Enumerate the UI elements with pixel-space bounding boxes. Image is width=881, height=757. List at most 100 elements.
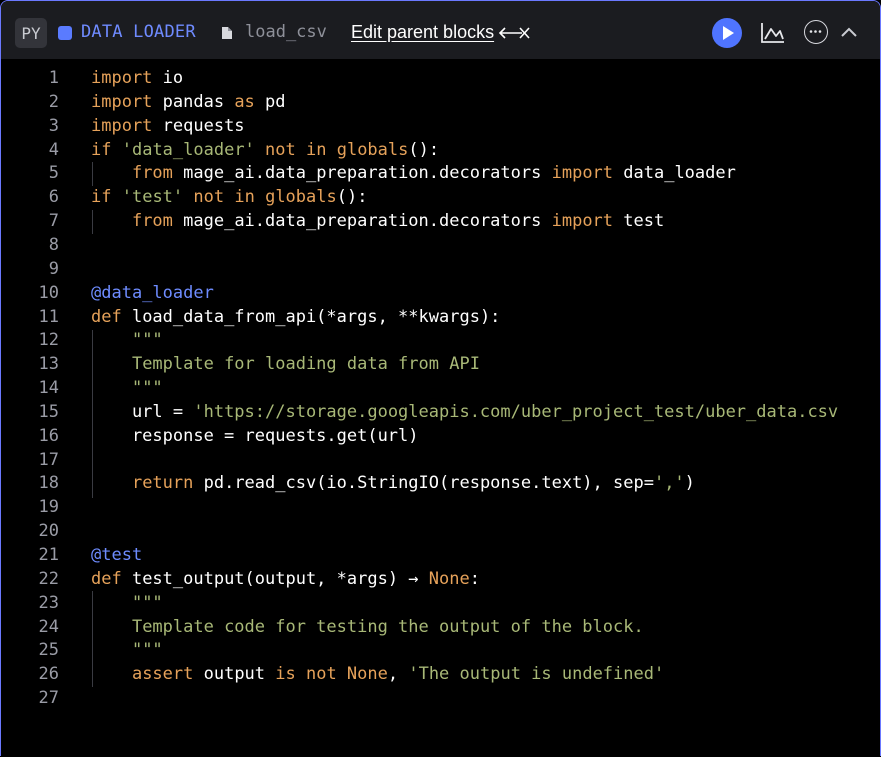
code-line[interactable]: 10 @data_loader xyxy=(1,281,880,305)
code-line[interactable]: 24 Template code for testing the output … xyxy=(1,615,880,639)
line-number: 12 xyxy=(38,330,59,351)
bidirectional-arrow-icon[interactable] xyxy=(498,23,532,43)
code-line[interactable]: 14 """ xyxy=(1,376,880,400)
code-token: load_data_from_api(*args, **kwargs): xyxy=(121,306,501,327)
code-token: Template code for testing the output of … xyxy=(131,616,644,637)
code-token: import xyxy=(551,211,614,232)
code-token: test xyxy=(613,211,665,232)
run-block-button[interactable] xyxy=(712,18,742,48)
line-number: 6 xyxy=(48,187,59,208)
code-token: Template for loading data from API xyxy=(131,354,480,375)
code-token: ',' xyxy=(653,473,685,494)
line-number: 1 xyxy=(48,68,59,88)
code-token: return xyxy=(131,473,194,494)
code-line[interactable]: 20 xyxy=(1,519,880,543)
line-number: 26 xyxy=(38,664,59,685)
code-token: globals xyxy=(336,139,409,160)
code-line[interactable]: 26 assert output is not None, 'The outpu… xyxy=(1,662,880,686)
code-line[interactable]: 4 if 'data_loader' not in globals(): xyxy=(1,138,880,162)
code-token: : xyxy=(469,568,480,589)
line-number: 3 xyxy=(48,115,59,136)
code-line[interactable]: 15 url = 'https://storage.googleapis.com… xyxy=(1,400,880,424)
code-token: import xyxy=(91,115,153,136)
line-number: 18 xyxy=(38,473,59,494)
block-file-name[interactable]: load_csv xyxy=(245,22,327,42)
code-text: return pd.read_csv(io.StringIO(response.… xyxy=(91,471,695,495)
code-line[interactable]: 1 import io xyxy=(1,66,880,90)
code-line[interactable]: 17 xyxy=(1,448,880,472)
code-line[interactable]: 2 import pandas as pd xyxy=(1,90,880,114)
line-number: 23 xyxy=(38,592,59,613)
code-line[interactable]: 27 xyxy=(1,686,880,710)
line-number: 15 xyxy=(38,401,59,422)
code-text: @data_loader xyxy=(91,281,214,305)
code-token: requests xyxy=(152,115,245,136)
more-options-button[interactable] xyxy=(804,20,828,44)
code-token: @data_loader xyxy=(91,282,214,303)
code-line[interactable]: 21 @test xyxy=(1,543,880,567)
edit-parent-blocks-link[interactable]: Edit parent blocks xyxy=(351,22,494,43)
code-token: import xyxy=(91,68,153,88)
block-type-label: DATA LOADER xyxy=(81,22,196,42)
code-line[interactable]: 12 """ xyxy=(1,328,880,352)
line-number: 16 xyxy=(38,425,59,446)
code-token: from xyxy=(131,163,173,184)
code-line[interactable]: 5 from mage_ai.data_preparation.decorato… xyxy=(1,161,880,185)
chevron-up-icon[interactable] xyxy=(840,25,858,39)
code-line[interactable]: 11 def load_data_from_api(*args, **kwargs… xyxy=(1,305,880,329)
code-editor[interactable]: 1 import io 2 import pandas as pd 3 import re… xyxy=(1,59,880,756)
code-token: pd xyxy=(254,91,286,112)
code-line[interactable]: 3 import requests xyxy=(1,114,880,138)
code-text: response = requests.get(url) xyxy=(91,424,419,448)
more-icon xyxy=(809,30,822,33)
code-line[interactable]: 9 xyxy=(1,257,880,281)
code-token: response = requests.get(url) xyxy=(91,425,419,446)
code-line[interactable]: 19 xyxy=(1,495,880,519)
language-badge: PY xyxy=(15,18,47,48)
code-token: test_output(output, *args) → xyxy=(121,568,429,589)
code-token: data_loader xyxy=(613,163,736,184)
code-token: 'data_loader' xyxy=(121,139,255,160)
code-text: assert output is not None, 'The output i… xyxy=(91,662,664,686)
code-line[interactable]: 22 def test_output(output, *args) → None: xyxy=(1,567,880,591)
code-token: mage_ai.data_preparation.decorators xyxy=(172,163,552,184)
code-block: PY DATA LOADER load_csv Edit parent bloc… xyxy=(0,0,881,756)
code-line[interactable]: 13 Template for loading data from API xyxy=(1,352,880,376)
code-text: if 'test' not in globals(): xyxy=(91,185,367,209)
code-token: import xyxy=(91,91,153,112)
code-token: from xyxy=(131,211,173,232)
code-text: Template for loading data from API xyxy=(91,352,480,376)
line-number: 4 xyxy=(48,139,59,160)
code-line[interactable]: 23 """ xyxy=(1,591,880,615)
line-number: 8 xyxy=(48,234,59,255)
code-token: (): xyxy=(336,187,368,208)
code-token: 'https://storage.googleapis.com/uber_pro… xyxy=(193,401,839,422)
code-token: import xyxy=(551,163,614,184)
code-line[interactable]: 16 response = requests.get(url) xyxy=(1,424,880,448)
code-token: @test xyxy=(91,545,143,565)
code-token: """ xyxy=(131,378,163,399)
line-number: 27 xyxy=(38,688,59,709)
line-number: 14 xyxy=(38,378,59,399)
line-number: 24 xyxy=(38,616,59,637)
chart-icon[interactable] xyxy=(760,21,786,45)
code-token: 'test' xyxy=(121,187,184,208)
code-text: """ xyxy=(91,591,163,615)
code-line[interactable]: 7 from mage_ai.data_preparation.decorato… xyxy=(1,209,880,233)
code-line[interactable]: 18 return pd.read_csv(io.StringIO(respon… xyxy=(1,471,880,495)
code-token: pandas xyxy=(152,91,235,112)
line-number: 20 xyxy=(38,521,59,542)
code-token: is not None xyxy=(275,664,388,685)
code-line[interactable]: 25 """ xyxy=(1,638,880,662)
code-line[interactable]: 8 xyxy=(1,233,880,257)
code-line[interactable]: 6 if 'test' not in globals(): xyxy=(1,185,880,209)
code-token: if xyxy=(91,187,112,208)
